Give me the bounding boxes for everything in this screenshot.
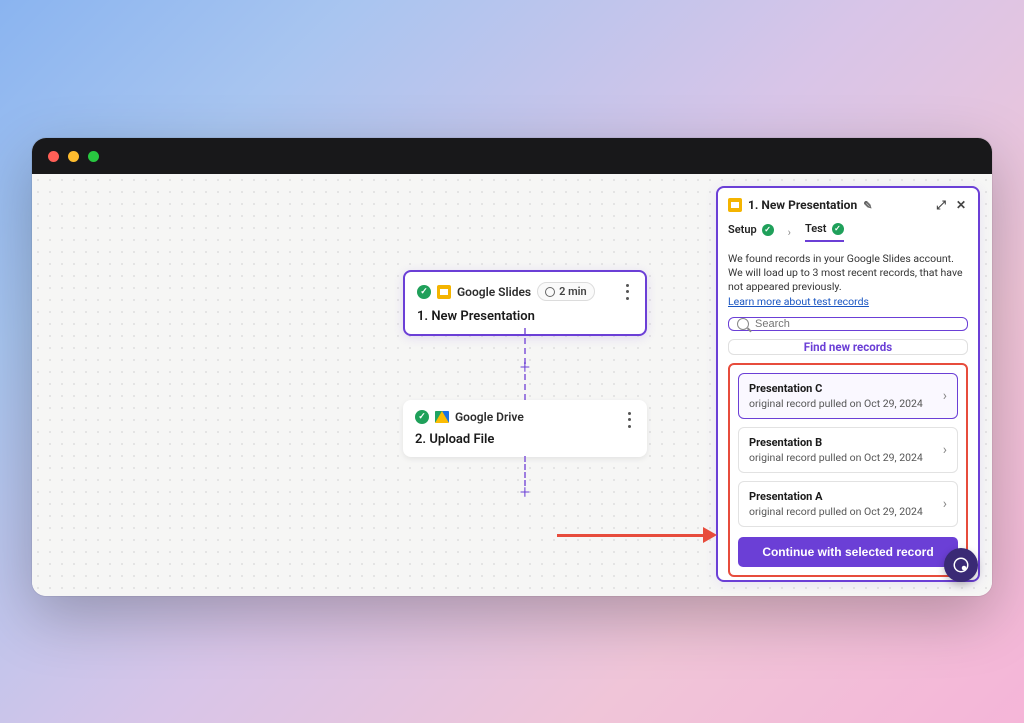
- check-icon: [417, 285, 431, 299]
- info-text: We found records in your Google Slides a…: [728, 252, 963, 293]
- search-icon: [737, 318, 749, 330]
- chevron-right-icon: ›: [943, 388, 947, 404]
- tab-label: Test: [805, 222, 827, 235]
- panel-header: 1. New Presentation ✎ ⤢ ✕: [728, 198, 968, 212]
- record-item[interactable]: Presentation A original record pulled on…: [738, 481, 958, 527]
- google-slides-icon: [437, 285, 451, 299]
- step-menu-button[interactable]: [619, 282, 635, 302]
- panel-tabs: Setup › Test: [728, 222, 968, 242]
- search-input[interactable]: [755, 318, 959, 330]
- workflow-canvas[interactable]: Google Slides 2 min 1. New Presentation …: [32, 174, 992, 596]
- tab-test[interactable]: Test: [805, 222, 844, 242]
- check-icon: [762, 224, 774, 236]
- records-highlight-area: Presentation C original record pulled on…: [728, 363, 968, 577]
- step-title: 2. Upload File: [415, 432, 635, 447]
- workflow-step-1[interactable]: Google Slides 2 min 1. New Presentation: [403, 270, 647, 336]
- google-drive-icon: [435, 411, 449, 423]
- record-item[interactable]: Presentation C original record pulled on…: [738, 373, 958, 419]
- google-slides-icon: [728, 198, 742, 212]
- find-new-records-button[interactable]: Find new records: [728, 339, 968, 355]
- window-titlebar: [32, 138, 992, 174]
- chevron-right-icon: ›: [943, 496, 947, 512]
- browser-window: Google Slides 2 min 1. New Presentation …: [32, 138, 992, 596]
- step-header: Google Drive: [415, 410, 635, 424]
- chevron-right-icon: ›: [788, 226, 791, 239]
- tab-label: Setup: [728, 223, 757, 236]
- help-fab[interactable]: [944, 548, 978, 582]
- step-title: 1. New Presentation: [417, 309, 633, 324]
- record-name: Presentation A: [749, 490, 947, 503]
- window-maximize-dot[interactable]: [88, 151, 99, 162]
- clock-icon: [545, 287, 555, 297]
- connector-line: [524, 374, 526, 400]
- workflow-step-2[interactable]: Google Drive 2. Upload File: [403, 400, 647, 457]
- step-config-panel: 1. New Presentation ✎ ⤢ ✕ Setup › Test W…: [716, 186, 980, 582]
- record-subtitle: original record pulled on Oct 29, 2024: [749, 451, 947, 464]
- step-header: Google Slides 2 min: [417, 282, 633, 301]
- add-step-button[interactable]: +: [516, 483, 534, 501]
- window-close-dot[interactable]: [48, 151, 59, 162]
- continue-button[interactable]: Continue with selected record: [738, 537, 958, 567]
- record-subtitle: original record pulled on Oct 29, 2024: [749, 505, 947, 518]
- expand-icon[interactable]: ⤢: [934, 198, 948, 212]
- test-info-text: We found records in your Google Slides a…: [728, 252, 968, 309]
- tab-setup[interactable]: Setup: [728, 223, 774, 241]
- learn-more-link[interactable]: Learn more about test records: [728, 295, 869, 308]
- record-name: Presentation B: [749, 436, 947, 449]
- record-subtitle: original record pulled on Oct 29, 2024: [749, 397, 947, 410]
- interval-pill[interactable]: 2 min: [537, 282, 595, 301]
- step-app-label: Google Slides: [457, 285, 531, 299]
- chevron-right-icon: ›: [943, 442, 947, 458]
- check-icon: [415, 410, 429, 424]
- record-item[interactable]: Presentation B original record pulled on…: [738, 427, 958, 473]
- step-app-label: Google Drive: [455, 410, 524, 424]
- window-minimize-dot[interactable]: [68, 151, 79, 162]
- check-icon: [832, 223, 844, 235]
- panel-title: 1. New Presentation: [748, 198, 857, 212]
- edit-icon[interactable]: ✎: [863, 199, 872, 212]
- step-menu-button[interactable]: [621, 410, 637, 430]
- record-name: Presentation C: [749, 382, 947, 395]
- interval-label: 2 min: [559, 285, 587, 298]
- close-icon[interactable]: ✕: [954, 198, 968, 212]
- callout-arrow: [557, 527, 717, 543]
- search-box[interactable]: [728, 317, 968, 331]
